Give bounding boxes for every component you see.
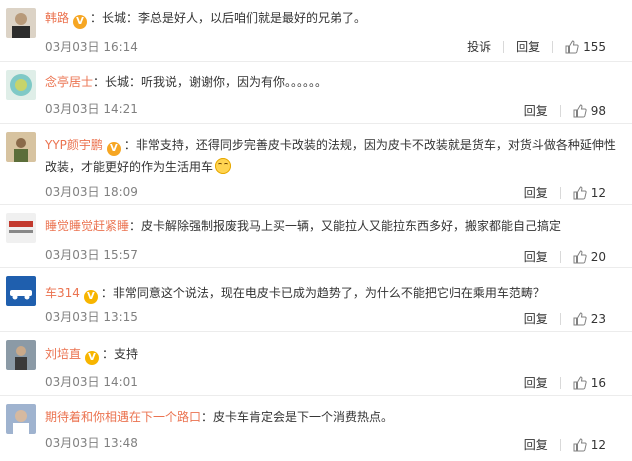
comment-text: 长城：听我说，谢谢你，因为有你。。。。。。 — [105, 75, 328, 89]
comment-item: YYP颜宇鹏 V ：非常支持，还得同步完善皮卡改装的法规，因为皮卡不改装就是货车，对… — [0, 124, 632, 205]
comment-text: 非常同意这个说法，现在电皮卡已成为趋势了，为什么不能把它归在乘用车范畴？ — [112, 286, 545, 300]
like-count: 12 — [590, 437, 606, 452]
comment-content: 期待着和你相遇在下一个路口：皮卡车肯定会是下一个消费热点。 — [45, 410, 394, 424]
comment-item: 刘培直 V ：支持 03月03日 14:01 回复 16 — [0, 332, 632, 396]
like-count: 20 — [590, 249, 606, 264]
like-count: 16 — [590, 375, 606, 390]
reply-button[interactable]: 回复 — [522, 374, 550, 391]
reply-button[interactable]: 回复 — [522, 102, 550, 119]
divider — [559, 250, 561, 263]
comment-item: 期待着和你相遇在下一个路口：皮卡车肯定会是下一个消费热点。 03月03日 13:… — [0, 396, 632, 461]
comment-text: 皮卡解除强制报废我马上买一辆，又能拉人又能拉东西多好，搬家都能自己搞定 — [141, 219, 562, 233]
comment-time: 03月03日 13:48 — [45, 436, 138, 450]
avatar[interactable] — [6, 8, 36, 38]
thumbs-up-icon — [573, 185, 587, 199]
thumbs-up-icon — [573, 103, 587, 117]
username-link[interactable]: 车314 — [45, 286, 80, 300]
avatar[interactable] — [6, 132, 36, 162]
comment-list: 韩路 V ：长城：李总是好人，以后咱们就是最好的兄弟了。 03月03日 16:14 … — [0, 0, 632, 461]
thumbs-up-icon — [573, 311, 587, 325]
like-count: 155 — [583, 39, 606, 54]
like-button[interactable]: 155 — [563, 40, 608, 54]
divider — [559, 186, 561, 199]
comment-content: 车314 V ：非常同意这个说法，现在电皮卡已成为趋势了，为什么不能把它归在乘用车范… — [45, 286, 545, 304]
thumbs-up-icon — [573, 249, 587, 263]
like-button[interactable]: 12 — [571, 438, 608, 452]
username-link[interactable]: 刘培直 — [45, 347, 81, 361]
comment-content: 睡觉睡觉赶紧睡：皮卡解除强制报废我马上买一辆，又能拉人又能拉东西多好，搬家都能自… — [45, 219, 562, 233]
username-link[interactable]: YYP颜宇鹏 — [45, 138, 103, 152]
verified-badge-icon: V — [85, 351, 100, 365]
comment-content: YYP颜宇鹏 V ：非常支持，还得同步完善皮卡改装的法规，因为皮卡不改装就是货车，对… — [45, 138, 616, 174]
comment-time: 03月03日 18:09 — [45, 185, 138, 199]
divider — [559, 376, 561, 389]
comment-text: 支持 — [114, 347, 139, 361]
thumbs-up-icon — [573, 375, 587, 389]
divider — [559, 438, 561, 451]
comment-item: 念亭居士：长城：听我说，谢谢你，因为有你。。。。。。 03月03日 14:21 … — [0, 62, 632, 124]
like-button[interactable]: 20 — [571, 250, 608, 264]
comment-time: 03月03日 15:57 — [45, 248, 138, 262]
thumbs-up-icon — [573, 437, 587, 451]
reply-button[interactable]: 回复 — [514, 38, 542, 55]
avatar[interactable] — [6, 213, 36, 243]
reply-button[interactable]: 回复 — [522, 436, 550, 453]
username-link[interactable]: 睡觉睡觉赶紧睡 — [45, 219, 129, 233]
divider — [552, 40, 554, 53]
username-link[interactable]: 期待着和你相遇在下一个路口 — [45, 410, 201, 424]
comment-item: 睡觉睡觉赶紧睡：皮卡解除强制报废我马上买一辆，又能拉人又能拉东西多好，搬家都能自… — [0, 205, 632, 268]
username-link[interactable]: 韩路 — [45, 11, 69, 25]
avatar[interactable] — [6, 404, 36, 434]
comment-time: 03月03日 14:21 — [45, 102, 138, 116]
username-link[interactable]: 念亭居士 — [45, 75, 93, 89]
like-button[interactable]: 23 — [571, 312, 608, 326]
comment-content: 韩路 V ：长城：李总是好人，以后咱们就是最好的兄弟了。 — [45, 11, 367, 29]
thumbs-up-icon — [565, 39, 579, 53]
like-count: 23 — [590, 311, 606, 326]
comment-text: 长城：李总是好人，以后咱们就是最好的兄弟了。 — [102, 11, 367, 25]
avatar[interactable] — [6, 340, 36, 370]
comment-content: 刘培直 V ：支持 — [45, 347, 139, 365]
verified-badge-icon: V — [73, 15, 88, 29]
comment-item: 韩路 V ：长城：李总是好人，以后咱们就是最好的兄弟了。 03月03日 16:14 … — [0, 0, 632, 62]
divider — [559, 312, 561, 325]
comment-item: 车314 V ：非常同意这个说法，现在电皮卡已成为趋势了，为什么不能把它归在乘用车范… — [0, 268, 632, 332]
reply-button[interactable]: 回复 — [522, 184, 550, 201]
like-button[interactable]: 12 — [571, 186, 608, 200]
verified-badge-icon: V — [83, 290, 98, 304]
comment-time: 03月03日 16:14 — [45, 40, 138, 54]
reply-button[interactable]: 回复 — [522, 310, 550, 327]
like-count: 98 — [590, 103, 606, 118]
like-button[interactable]: 16 — [571, 376, 608, 390]
verified-badge-icon: V — [106, 142, 121, 156]
divider — [503, 40, 505, 53]
comment-time: 03月03日 13:15 — [45, 310, 138, 324]
comment-time: 03月03日 14:01 — [45, 375, 138, 389]
avatar[interactable] — [6, 276, 36, 306]
reply-button[interactable]: 回复 — [522, 248, 550, 265]
smile-emoji-icon — [215, 158, 232, 174]
report-button[interactable]: 投诉 — [465, 38, 493, 55]
comment-text: 皮卡车肯定会是下一个消费热点。 — [213, 410, 394, 424]
comment-content: 念亭居士：长城：听我说，谢谢你，因为有你。。。。。。 — [45, 75, 328, 89]
like-count: 12 — [590, 185, 606, 200]
divider — [559, 104, 561, 117]
like-button[interactable]: 98 — [571, 104, 608, 118]
avatar[interactable] — [6, 70, 36, 100]
